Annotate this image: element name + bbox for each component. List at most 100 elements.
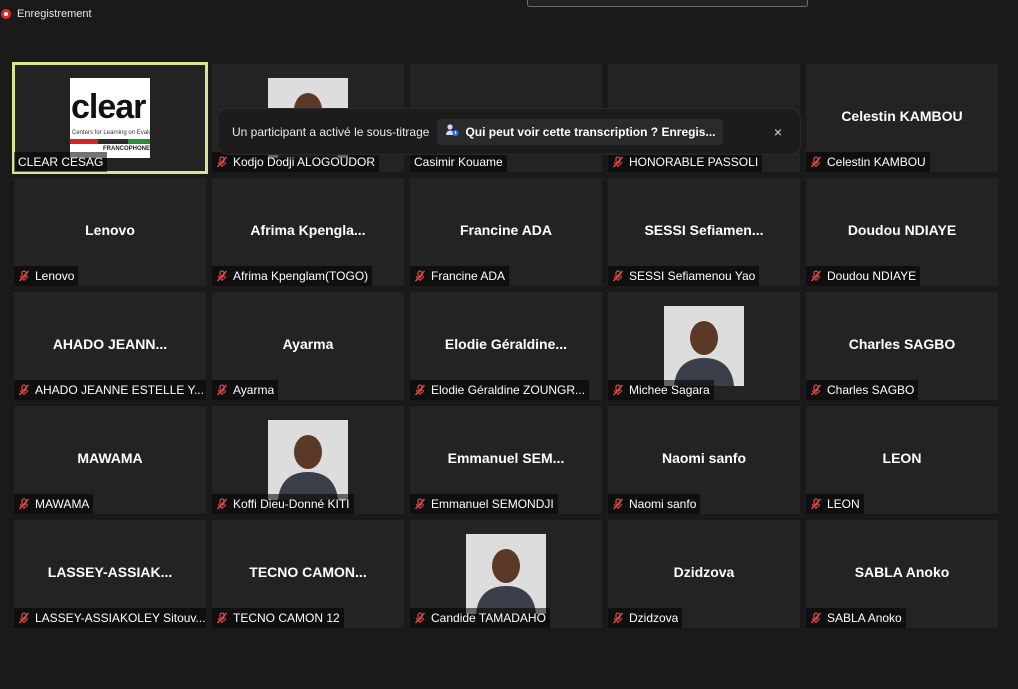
participant-tile[interactable]: Candide TAMADAHO: [410, 520, 602, 628]
participant-nameplate: HONORABLE PASSOLI: [608, 152, 763, 172]
participant-name: Lenovo: [35, 269, 75, 283]
participant-name: Doudou NDIAYE: [827, 269, 917, 283]
participant-name: Koffi Dieu-Donné KITI: [233, 497, 350, 511]
logo-band-text: FRANCOPHONE: [102, 146, 150, 152]
participant-nameplate: Kodjo Dodji ALOGOUDOR: [212, 152, 380, 172]
participant-display-name: LASSEY-ASSIAK...: [47, 564, 173, 580]
participant-name: AHADO JEANNE ESTELLE Y...: [35, 383, 204, 397]
microphone-muted-icon: [414, 384, 426, 396]
participant-nameplate: AHADO JEANNE ESTELLE Y...: [14, 380, 206, 400]
participant-name: Casimir Kouame: [414, 155, 503, 169]
participant-tile[interactable]: MAWAMA MAWAMA: [14, 406, 206, 514]
participant-name: LASSEY-ASSIAKOLEY Sitouv...: [35, 611, 206, 625]
participant-tile[interactable]: Francine ADA Francine ADA: [410, 178, 602, 286]
microphone-muted-icon: [612, 270, 624, 282]
microphone-muted-icon: [810, 612, 822, 624]
participant-name: CLEAR CESAG: [18, 155, 104, 169]
record-icon: [1, 9, 11, 19]
top-control-bar[interactable]: [527, 0, 808, 7]
microphone-muted-icon: [414, 612, 426, 624]
participant-tile[interactable]: Dzidzova Dzidzova: [608, 520, 800, 628]
participant-name: Francine ADA: [431, 269, 506, 283]
participant-name: SABLA Anoko: [827, 611, 902, 625]
participant-name: Charles SAGBO: [827, 383, 915, 397]
participant-display-name: Lenovo: [85, 222, 135, 238]
microphone-muted-icon: [612, 156, 624, 168]
participant-tile[interactable]: Celestin KAMBOU Celestin KAMBOU: [806, 64, 998, 172]
participant-nameplate: SESSI Sefiamenou Yao: [608, 266, 760, 286]
participant-nameplate: Michee Sagara: [608, 380, 714, 400]
participant-display-name: SESSI Sefiamen...: [644, 222, 764, 238]
participant-name: HONORABLE PASSOLI: [629, 155, 759, 169]
participant-tile[interactable]: Lenovo Lenovo: [14, 178, 206, 286]
participant-nameplate: Francine ADA: [410, 266, 510, 286]
participant-name: Kodjo Dodji ALOGOUDOR: [233, 155, 376, 169]
notification-message: Un participant a activé le sous-titrage: [232, 124, 430, 139]
participant-tile[interactable]: Charles SAGBO Charles SAGBO: [806, 292, 998, 400]
microphone-muted-icon: [216, 612, 228, 624]
participant-tile[interactable]: LEON LEON: [806, 406, 998, 514]
participant-nameplate: Charles SAGBO: [806, 380, 919, 400]
microphone-muted-icon: [18, 612, 30, 624]
participant-name: Afrima Kpenglam(TOGO): [233, 269, 369, 283]
participant-name: Naomi sanfo: [629, 497, 697, 511]
participant-display-name: AHADO JEANN...: [52, 336, 168, 352]
participant-tile[interactable]: Afrima Kpengla... Afrima Kpenglam(TOGO): [212, 178, 404, 286]
microphone-muted-icon: [414, 498, 426, 510]
participant-nameplate: Candide TAMADAHO: [410, 608, 550, 628]
participant-video: [466, 534, 546, 614]
transcript-info-link: Qui peut voir cette transcription ? Enre…: [465, 124, 716, 139]
recording-indicator[interactable]: Enregistrement: [0, 6, 92, 22]
participant-tile[interactable]: SESSI Sefiamen... SESSI Sefiamenou Yao: [608, 178, 800, 286]
microphone-muted-icon: [612, 498, 624, 510]
participant-tile[interactable]: Michee Sagara: [608, 292, 800, 400]
participant-tile[interactable]: TECNO CAMON... TECNO CAMON 12: [212, 520, 404, 628]
participant-video: [664, 306, 744, 386]
participant-tile[interactable]: Naomi sanfo Naomi sanfo: [608, 406, 800, 514]
participant-nameplate: Celestin KAMBOU: [806, 152, 930, 172]
participant-tile[interactable]: Emmanuel SEM... Emmanuel SEMONDJI: [410, 406, 602, 514]
participant-nameplate: Elodie Géraldine ZOUNGR...: [410, 380, 590, 400]
participant-display-name: Francine ADA: [459, 222, 553, 238]
participant-name: Dzidzova: [629, 611, 679, 625]
participant-video: [268, 420, 348, 500]
participant-nameplate: Casimir Kouame: [410, 152, 507, 172]
microphone-muted-icon: [414, 270, 426, 282]
microphone-muted-icon: [612, 384, 624, 396]
participant-name: Ayarma: [233, 383, 275, 397]
participant-name: SESSI Sefiamenou Yao: [629, 269, 756, 283]
participant-display-name: TECNO CAMON...: [249, 564, 367, 580]
participant-tile[interactable]: SABLA Anoko SABLA Anoko: [806, 520, 998, 628]
recording-label: Enregistrement: [17, 8, 92, 20]
participant-display-name: SABLA Anoko: [854, 564, 950, 580]
participant-display-name: Afrima Kpengla...: [250, 222, 366, 238]
participant-nameplate: Doudou NDIAYE: [806, 266, 921, 286]
participant-name: TECNO CAMON 12: [233, 611, 340, 625]
participant-name: Candide TAMADAHO: [431, 611, 546, 625]
participant-tile[interactable]: AHADO JEANN... AHADO JEANNE ESTELLE Y...: [14, 292, 206, 400]
participant-nameplate: LEON: [806, 494, 864, 514]
participant-display-name: Naomi sanfo: [661, 450, 746, 466]
logo-word: clear: [71, 88, 146, 126]
participant-logo: clear Centers for Learning on Evaluation F…: [70, 78, 150, 158]
participant-tile[interactable]: Koffi Dieu-Donné KITI: [212, 406, 404, 514]
participant-nameplate: MAWAMA: [14, 494, 94, 514]
participant-tile[interactable]: Doudou NDIAYE Doudou NDIAYE: [806, 178, 998, 286]
participant-display-name: LEON: [882, 450, 922, 466]
participant-tile[interactable]: Elodie Géraldine... Elodie Géraldine ZOUN…: [410, 292, 602, 400]
caption-notification: Un participant a activé le sous-titrage …: [218, 109, 800, 154]
participant-tile[interactable]: Ayarma Ayarma: [212, 292, 404, 400]
participant-tile[interactable]: clear Centers for Learning on Evaluation F…: [12, 62, 208, 174]
participant-display-name: Charles SAGBO: [848, 336, 956, 352]
close-icon[interactable]: ×: [774, 124, 782, 140]
participant-tile[interactable]: LASSEY-ASSIAK... LASSEY-ASSIAKOLEY Sitouv…: [14, 520, 206, 628]
people-icon: [445, 123, 459, 140]
participant-nameplate: Koffi Dieu-Donné KITI: [212, 494, 354, 514]
microphone-muted-icon: [18, 270, 30, 282]
participant-name: Emmanuel SEMONDJI: [431, 497, 554, 511]
participant-nameplate: Ayarma: [212, 380, 279, 400]
participant-name: LEON: [827, 497, 860, 511]
transcript-info-button[interactable]: Qui peut voir cette transcription ? Enre…: [437, 118, 724, 145]
participant-display-name: Elodie Géraldine...: [444, 336, 568, 352]
participant-display-name: Ayarma: [282, 336, 334, 352]
